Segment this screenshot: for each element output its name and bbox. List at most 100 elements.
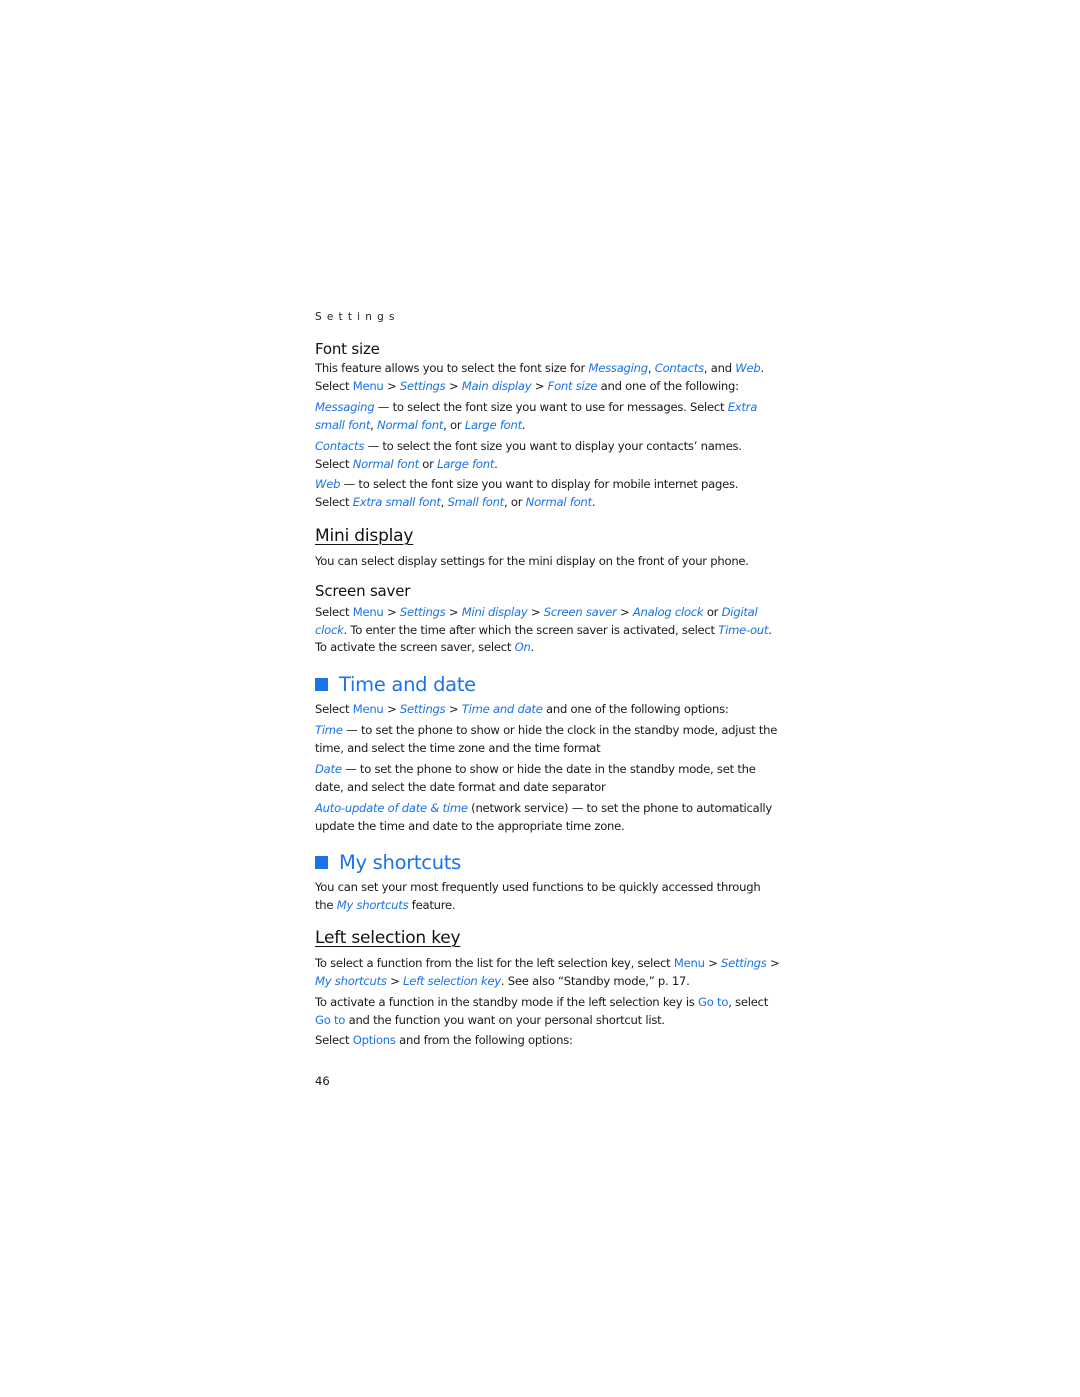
text: or <box>418 456 438 471</box>
text: feature. <box>408 897 456 912</box>
key-menu: Menu <box>352 702 384 716</box>
text: > <box>704 956 722 970</box>
term-large-font: Large font <box>464 417 522 432</box>
left-selection-key-p1: To select a function from the list for t… <box>315 955 780 990</box>
key-menu: Menu <box>673 956 705 970</box>
text: > <box>445 702 462 716</box>
term-normal-font: Normal font <box>525 494 592 509</box>
text: . See also “Standby mode,” p. 17. <box>500 973 690 988</box>
text: update the time and date to the appropri… <box>315 818 625 833</box>
term-time-and-date: Time and date <box>461 702 543 716</box>
text: , <box>440 494 448 509</box>
text: and one of the following: <box>597 378 739 393</box>
term-main-display: Main display <box>461 378 532 393</box>
text: Select <box>315 456 353 471</box>
text: , or <box>503 494 526 509</box>
term-my-shortcuts: My shortcuts <box>315 973 387 988</box>
text: . <box>768 622 772 637</box>
text: date, and select the date format and dat… <box>315 779 606 794</box>
page-number: 46 <box>315 1074 330 1088</box>
text: and one of the following options: <box>542 702 729 716</box>
text: Select <box>315 702 353 716</box>
key-go-to: Go to <box>698 995 729 1009</box>
option-time: Time — to set the phone to show or hide … <box>315 722 777 757</box>
text: and the function you want on your person… <box>345 1012 666 1027</box>
option-contacts: Contacts — to select the font size you w… <box>315 438 742 473</box>
term-font-size: Font size <box>547 378 598 393</box>
font-size-intro: This feature allows you to select the fo… <box>315 360 764 395</box>
text: > <box>445 605 462 619</box>
left-selection-key-p2: To activate a function in the standby mo… <box>315 994 768 1029</box>
section-title-my-shortcuts: My shortcuts <box>315 851 461 874</box>
text: (network service) — to set the phone to … <box>467 801 773 815</box>
term-normal-font: Normal font <box>377 417 444 432</box>
section-title-screen-saver: Screen saver <box>315 582 411 600</box>
term-contacts: Contacts <box>315 439 365 453</box>
term-extra: Extra <box>727 400 758 414</box>
text: Select <box>315 1033 353 1047</box>
term-screen-saver: Screen saver <box>543 605 617 619</box>
text: — to select the font size you want to di… <box>364 439 742 453</box>
option-messaging: Messaging — to select the font size you … <box>315 399 757 434</box>
text: > <box>766 956 780 970</box>
text: — to select the font size you want to us… <box>374 400 728 414</box>
text: > <box>616 605 633 619</box>
term-messaging: Messaging <box>315 400 375 414</box>
running-head: Settings <box>315 311 400 323</box>
term-date: Date <box>315 762 342 776</box>
text: , and <box>703 361 736 375</box>
text: To select a function from the list for t… <box>315 956 674 970</box>
key-options: Options <box>352 1033 396 1047</box>
text: > <box>531 378 548 393</box>
text: — to select the font size you want to di… <box>340 477 739 491</box>
term-clock: clock <box>315 622 344 637</box>
term-small-font: Small font <box>447 494 505 509</box>
term-large-font: Large font <box>437 456 495 471</box>
text: , or <box>443 417 465 432</box>
heading-text: My shortcuts <box>339 851 461 874</box>
key-menu: Menu <box>352 378 384 393</box>
text: > <box>383 605 400 619</box>
term-time-out: Time-out <box>718 622 769 637</box>
text: , <box>370 417 378 432</box>
section-title-left-selection-key: Left selection key <box>315 928 461 948</box>
text: > <box>445 378 462 393</box>
section-title-time-and-date: Time and date <box>315 673 476 696</box>
term-small-font: small font <box>315 417 371 432</box>
text: > <box>527 605 544 619</box>
text: You can set your most frequently used fu… <box>315 880 761 894</box>
term-extra-small-font: Extra small font <box>352 494 441 509</box>
text: and from the following options: <box>395 1033 573 1047</box>
option-auto-update: Auto-update of date & time (network serv… <box>315 800 772 835</box>
text: . <box>521 417 526 432</box>
text: or <box>703 605 722 619</box>
term-auto-update: Auto-update of date & time <box>315 801 468 815</box>
term-messaging: Messaging <box>588 361 648 375</box>
option-web: Web — to select the font size you want t… <box>315 476 738 511</box>
text: time, and select the time zone and the t… <box>315 740 601 755</box>
term-web: Web <box>315 477 341 491</box>
text: Select <box>315 605 353 619</box>
left-selection-key-p3: Select Options and from the following op… <box>315 1032 573 1050</box>
text: > <box>383 702 400 716</box>
text: > <box>383 378 400 393</box>
term-mini-display: Mini display <box>461 605 528 619</box>
term-web: Web <box>735 361 761 375</box>
text: . <box>494 456 498 471</box>
text: . <box>760 361 764 375</box>
term-time: Time <box>315 723 343 737</box>
text: . To enter the time after which the scre… <box>343 622 719 637</box>
term-left-selection-key: Left selection key <box>403 973 501 988</box>
text: Select <box>315 378 353 393</box>
term-settings: Settings <box>721 956 767 970</box>
text: > <box>386 973 403 988</box>
text: — to set the phone to show or hide the d… <box>341 762 756 776</box>
screen-saver-body: Select Menu > Settings > Mini display > … <box>315 604 772 657</box>
term-settings: Settings <box>399 378 446 393</box>
time-and-date-intro: Select Menu > Settings > Time and date a… <box>315 701 729 719</box>
section-square-icon <box>315 678 328 691</box>
section-title-mini-display: Mini display <box>315 526 414 546</box>
text: the <box>315 897 337 912</box>
text: , select <box>728 995 769 1009</box>
text: . <box>530 640 535 654</box>
